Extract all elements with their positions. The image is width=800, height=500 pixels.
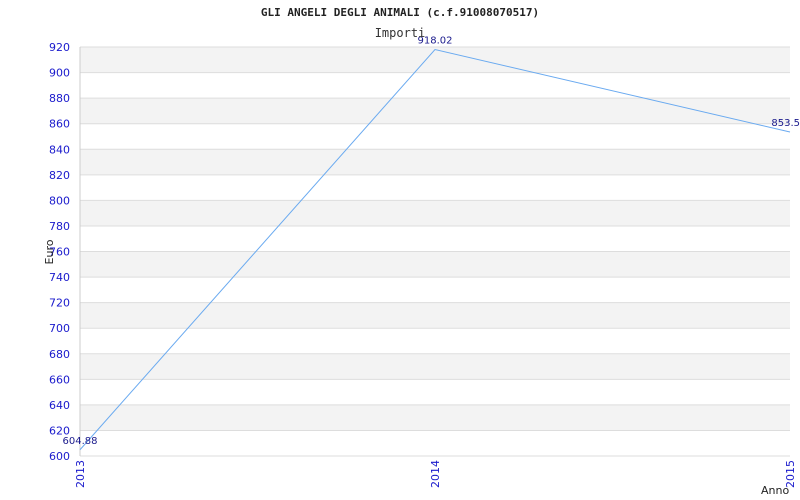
grid-band bbox=[80, 251, 790, 278]
grid-band bbox=[80, 174, 790, 201]
x-tick-label: 2014 bbox=[429, 460, 442, 488]
data-label: 853.5 bbox=[771, 118, 800, 129]
chart-subtitle: Importi bbox=[375, 26, 426, 40]
y-tick-label: 880 bbox=[49, 92, 70, 105]
grid-band bbox=[80, 72, 790, 99]
x-tick-labels: 2013 2014 2015 bbox=[74, 460, 797, 488]
grid-band bbox=[80, 404, 790, 431]
y-tick-label: 840 bbox=[49, 143, 70, 156]
y-tick-label: 920 bbox=[49, 41, 70, 54]
line-chart: 6006206406606807007207407607808008208408… bbox=[43, 6, 800, 497]
grid-band bbox=[80, 200, 790, 226]
grid-band bbox=[80, 123, 790, 150]
y-tick-label: 600 bbox=[49, 450, 70, 463]
y-tick-label: 820 bbox=[49, 169, 70, 182]
y-tick-label: 660 bbox=[49, 373, 70, 386]
data-label: 604.88 bbox=[63, 436, 98, 447]
chart-title: GLI ANGELI DEGLI ANIMALI (c.f.9100807051… bbox=[261, 6, 539, 19]
y-tick-label: 860 bbox=[49, 118, 70, 131]
y-tick-label: 780 bbox=[49, 220, 70, 233]
y-axis-label: Euro bbox=[43, 239, 56, 264]
y-tick-label: 900 bbox=[49, 67, 70, 80]
grid-band bbox=[80, 328, 790, 354]
grid-band bbox=[80, 47, 790, 73]
grid-band bbox=[80, 225, 790, 252]
grid-band bbox=[80, 302, 790, 329]
x-axis-label: Anno bbox=[761, 484, 789, 497]
y-tick-label: 800 bbox=[49, 194, 70, 207]
grid-band bbox=[80, 379, 790, 405]
grid-band bbox=[80, 149, 790, 175]
y-tick-label: 720 bbox=[49, 297, 70, 310]
grid-band bbox=[80, 98, 790, 124]
y-tick-label: 700 bbox=[49, 322, 70, 335]
grid-band bbox=[80, 277, 790, 303]
grid-band bbox=[80, 353, 790, 380]
grid-band bbox=[80, 430, 790, 456]
x-tick-label: 2013 bbox=[74, 460, 87, 488]
y-tick-label: 640 bbox=[49, 399, 70, 412]
y-tick-label: 740 bbox=[49, 271, 70, 284]
y-tick-label: 680 bbox=[49, 348, 70, 361]
